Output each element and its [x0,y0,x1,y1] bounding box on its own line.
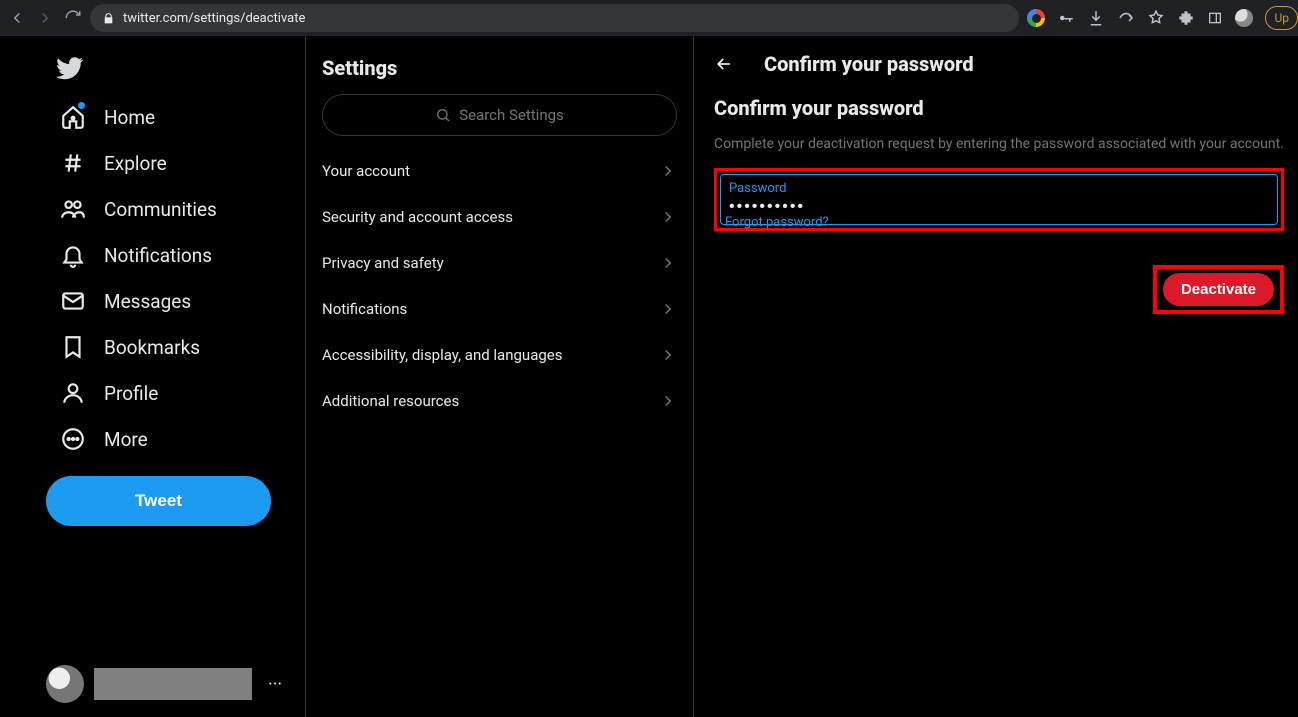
detail-header-title: Confirm your password [764,52,974,76]
settings-item-account[interactable]: Your account [306,148,693,194]
settings-item-label: Your account [322,162,410,180]
tweet-button[interactable]: Tweet [46,476,271,526]
nav-label: Explore [104,152,167,175]
key-icon[interactable] [1057,9,1075,27]
settings-item-security[interactable]: Security and account access [306,194,693,240]
settings-search-input[interactable]: Search Settings [322,94,677,136]
bell-icon [60,242,86,268]
nav-label: Notifications [104,244,212,267]
user-name-redacted [94,668,252,700]
settings-item-label: Additional resources [322,392,459,410]
password-highlight-box: Password Forgot password? [714,168,1284,231]
lock-icon [102,12,115,25]
download-icon[interactable] [1087,9,1105,27]
nav-home[interactable]: Home [46,94,169,140]
panel-icon[interactable] [1207,10,1223,26]
bookmark-icon [60,334,86,360]
nav-profile[interactable]: Profile [46,370,172,416]
detail-sub-title: Confirm your password [714,96,1284,120]
chevron-right-icon [659,346,677,364]
browser-nav-group [8,9,82,27]
nav-communities[interactable]: Communities [46,186,231,232]
extensions-icon[interactable] [1177,9,1195,27]
nav-label: More [104,428,148,451]
nav-messages[interactable]: Messages [46,278,205,324]
browser-url: twitter.com/settings/deactivate [123,11,305,26]
settings-item-label: Security and account access [322,208,513,226]
nav-more[interactable]: More [46,416,162,462]
settings-item-label: Accessibility, display, and languages [322,346,562,364]
primary-nav: Home Explore Communities Notifications M [0,36,306,717]
deactivate-button[interactable]: Deactivate [1163,273,1274,306]
more-circle-icon [60,426,86,452]
chevron-right-icon [659,300,677,318]
google-account-icon[interactable] [1027,9,1045,27]
nav-label: Messages [104,290,191,313]
nav-label: Communities [104,198,217,221]
account-switcher[interactable]: ··· [46,665,288,703]
settings-item-notifications[interactable]: Notifications [306,286,693,332]
chevron-right-icon [659,254,677,272]
chevron-right-icon [659,162,677,180]
profile-icon [60,380,86,406]
share-icon[interactable] [1117,9,1135,27]
more-dots-icon[interactable]: ··· [262,674,288,695]
settings-item-resources[interactable]: Additional resources [306,378,693,424]
detail-column: Confirm your password Confirm your passw… [694,36,1298,717]
settings-heading: Settings [306,50,693,94]
twitter-logo-icon[interactable] [56,54,305,82]
settings-search-placeholder: Search Settings [459,106,564,124]
nav-label: Home [104,106,155,129]
browser-back-icon[interactable] [8,9,26,27]
settings-item-label: Notifications [322,300,407,318]
browser-chrome: twitter.com/settings/deactivate Up [0,0,1298,36]
nav-bookmarks[interactable]: Bookmarks [46,324,214,370]
user-avatar [46,665,84,703]
communities-icon [60,196,86,222]
browser-omnibox[interactable]: twitter.com/settings/deactivate [90,4,1019,32]
settings-item-privacy[interactable]: Privacy and safety [306,240,693,286]
settings-column: Settings Search Settings Your account Se… [306,36,694,717]
mail-icon [60,288,86,314]
settings-item-label: Privacy and safety [322,254,444,272]
browser-reload-icon[interactable] [64,9,82,27]
back-arrow-icon[interactable] [714,54,734,74]
nav-label: Bookmarks [104,336,200,359]
browser-right-icons: Up [1027,6,1290,30]
password-input[interactable] [729,198,1269,216]
bookmark-star-icon[interactable] [1147,9,1165,27]
browser-update-button[interactable]: Up [1265,6,1298,30]
detail-header: Confirm your password [714,50,1284,90]
browser-profile-avatar[interactable] [1235,9,1253,27]
notification-dot-icon [78,102,85,109]
deactivate-row: Deactivate [714,265,1284,314]
nav-label: Profile [104,382,158,405]
chevron-right-icon [659,208,677,226]
password-label: Password [729,181,1269,196]
settings-item-accessibility[interactable]: Accessibility, display, and languages [306,332,693,378]
search-icon [435,107,451,123]
hashtag-icon [60,150,86,176]
twitter-app: Home Explore Communities Notifications M [0,36,1298,717]
forgot-password-link[interactable]: Forgot password? [725,215,829,230]
nav-notifications[interactable]: Notifications [46,232,226,278]
browser-forward-icon[interactable] [36,9,54,27]
deactivate-highlight-box: Deactivate [1153,265,1284,314]
nav-explore[interactable]: Explore [46,140,181,186]
detail-help-text: Complete your deactivation request by en… [714,136,1284,152]
chevron-right-icon [659,392,677,410]
